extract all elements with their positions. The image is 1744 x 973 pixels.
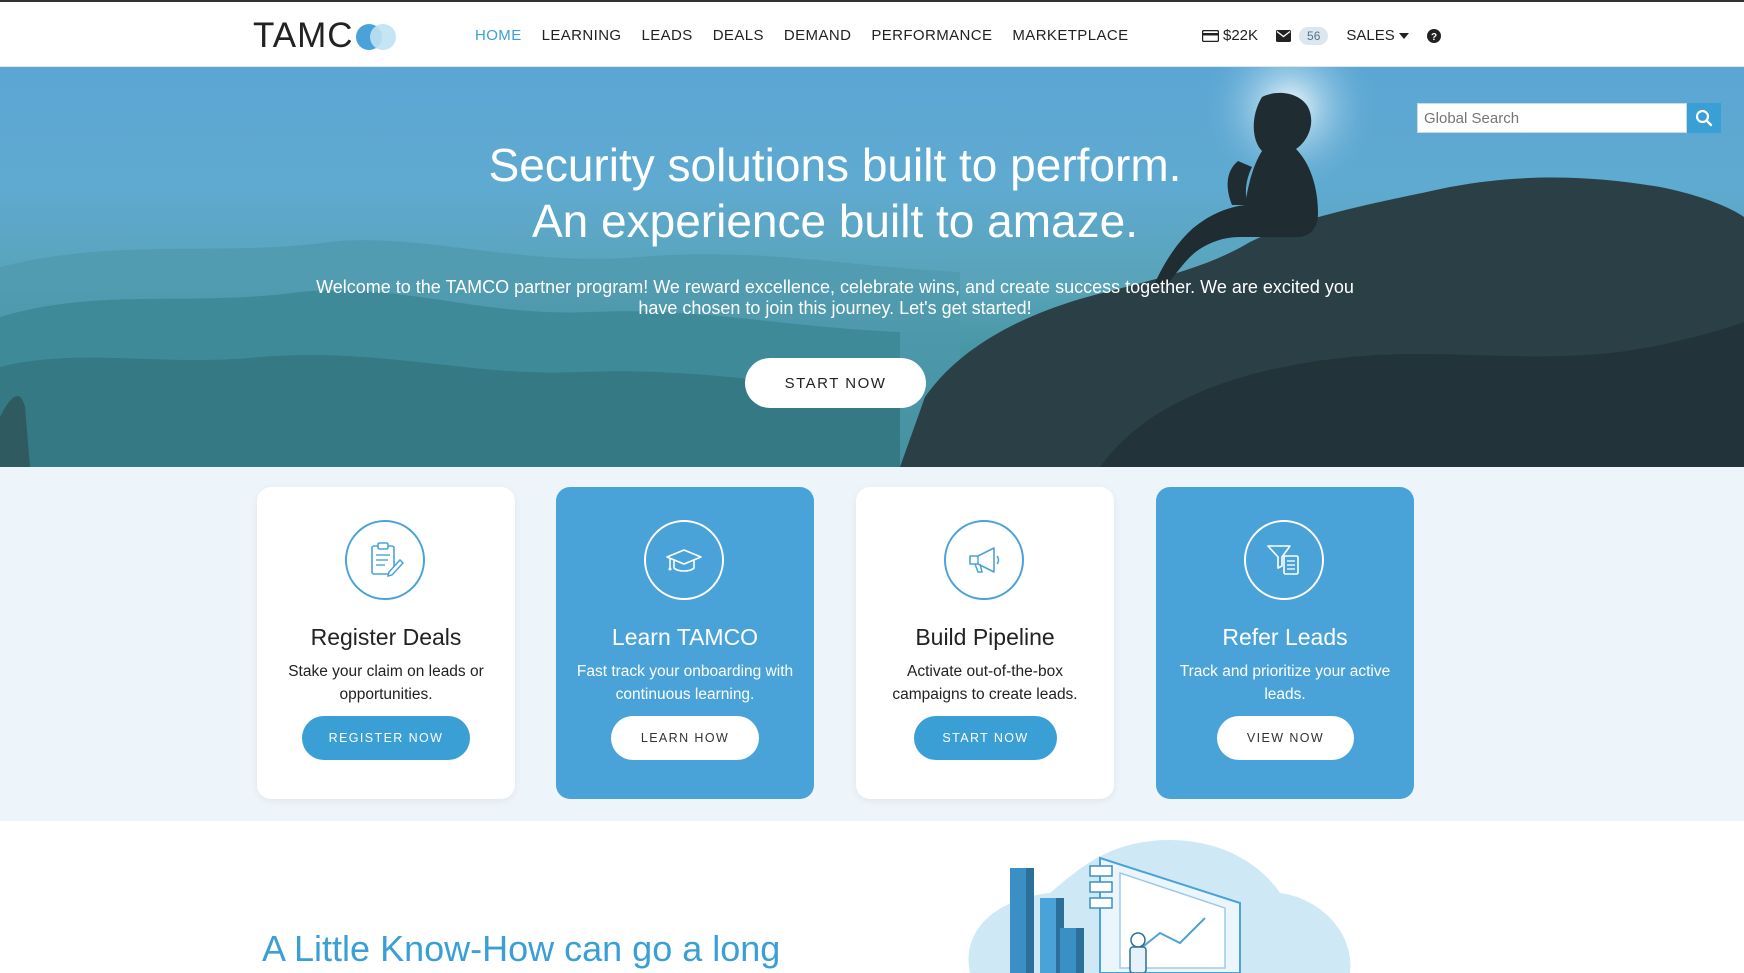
card-title: Refer Leads [1222, 624, 1348, 650]
search-icon [1695, 109, 1713, 127]
sales-label: SALES [1346, 27, 1395, 44]
hero-body-text: Welcome to the TAMCO partner program! We… [316, 277, 1354, 318]
hero-headline-line1: Security solutions built to perform. [488, 139, 1182, 191]
card-description: Track and prioritize your active leads. [1179, 663, 1391, 703]
messages-count-badge: 56 [1299, 26, 1329, 45]
card-title: Register Deals [310, 624, 462, 650]
main-nav: HOME LEARNING LEADS DEALS DEMAND PERFORM… [475, 2, 1149, 69]
wallet-amount: $22K [1223, 27, 1259, 44]
funnel-icon [1267, 545, 1299, 575]
nav-performance[interactable]: PERFORMANCE [871, 27, 992, 44]
card-description: Stake your claim on leads or opportuniti… [288, 663, 484, 703]
hero-headline: Security solutions built to perform. An … [0, 137, 1670, 249]
sales-dropdown[interactable]: SALES [1346, 27, 1409, 44]
question-circle-icon: ? [1426, 28, 1441, 43]
card-description: Activate out-of-the-box campaigns to cre… [892, 663, 1078, 703]
tamco-logo[interactable]: TAMC [253, 16, 400, 56]
register-now-button[interactable]: REGISTER NOW [302, 716, 470, 760]
card-learn-tamco: Learn TAMCO Fast track your onboarding w… [556, 487, 814, 799]
quick-actions-band: Register Deals Stake your claim on leads… [0, 467, 1744, 821]
view-now-button[interactable]: VIEW NOW [1217, 716, 1354, 760]
logo-text: TAMC [253, 16, 354, 55]
help-button[interactable]: ? [1426, 28, 1441, 43]
card-build-pipeline: Build Pipeline Activate out-of-the-box c… [856, 487, 1114, 799]
logo-circles-icon [355, 21, 400, 51]
card-icon-ring [1244, 520, 1324, 600]
top-navigation-bar: TAMC HOME LEARNING LEADS DEALS DEMAND PE… [0, 0, 1744, 67]
wallet-button[interactable]: $22K [1202, 27, 1258, 44]
card-register-deals: Register Deals Stake your claim on leads… [257, 487, 515, 799]
nav-learning[interactable]: LEARNING [542, 27, 622, 44]
learn-how-button[interactable]: LEARN HOW [611, 716, 759, 760]
card-description: Fast track your onboarding with continuo… [576, 663, 794, 703]
svg-text:?: ? [1431, 32, 1437, 43]
hero-headline-line2: An experience built to amaze. [531, 195, 1139, 247]
credit-card-icon [1202, 29, 1219, 42]
hero-banner: Security solutions built to perform. An … [0, 67, 1744, 467]
caret-down-icon [1398, 32, 1409, 39]
header-right-menu: $22K 56 SALES ? [1202, 2, 1459, 69]
search-button[interactable] [1687, 103, 1721, 133]
nav-leads[interactable]: LEADS [642, 27, 693, 44]
global-search-input[interactable] [1417, 103, 1687, 133]
card-title: Learn TAMCO [611, 624, 759, 650]
card-refer-leads: Refer Leads Track and prioritize your ac… [1156, 487, 1414, 799]
global-search [1417, 103, 1721, 133]
envelope-icon [1276, 29, 1292, 42]
messages-button[interactable]: 56 [1276, 26, 1329, 45]
card-icon-ring [345, 520, 425, 600]
nav-demand[interactable]: DEMAND [784, 27, 851, 44]
megaphone-icon [969, 547, 1000, 573]
graduation-cap-icon [666, 549, 702, 572]
card-icon-ring [644, 520, 724, 600]
analytics-illustration [968, 840, 1351, 973]
card-title: Build Pipeline [915, 624, 1055, 650]
nav-deals[interactable]: DEALS [713, 27, 764, 44]
section-title: A Little Know-How can go a long [262, 928, 781, 969]
clipboard-icon [371, 542, 405, 578]
nav-marketplace[interactable]: MARKETPLACE [1012, 27, 1128, 44]
start-now-button[interactable]: START NOW [745, 358, 926, 408]
nav-home[interactable]: HOME [475, 27, 522, 44]
card-icon-ring [944, 520, 1024, 600]
start-now-card-button[interactable]: START NOW [914, 716, 1057, 760]
